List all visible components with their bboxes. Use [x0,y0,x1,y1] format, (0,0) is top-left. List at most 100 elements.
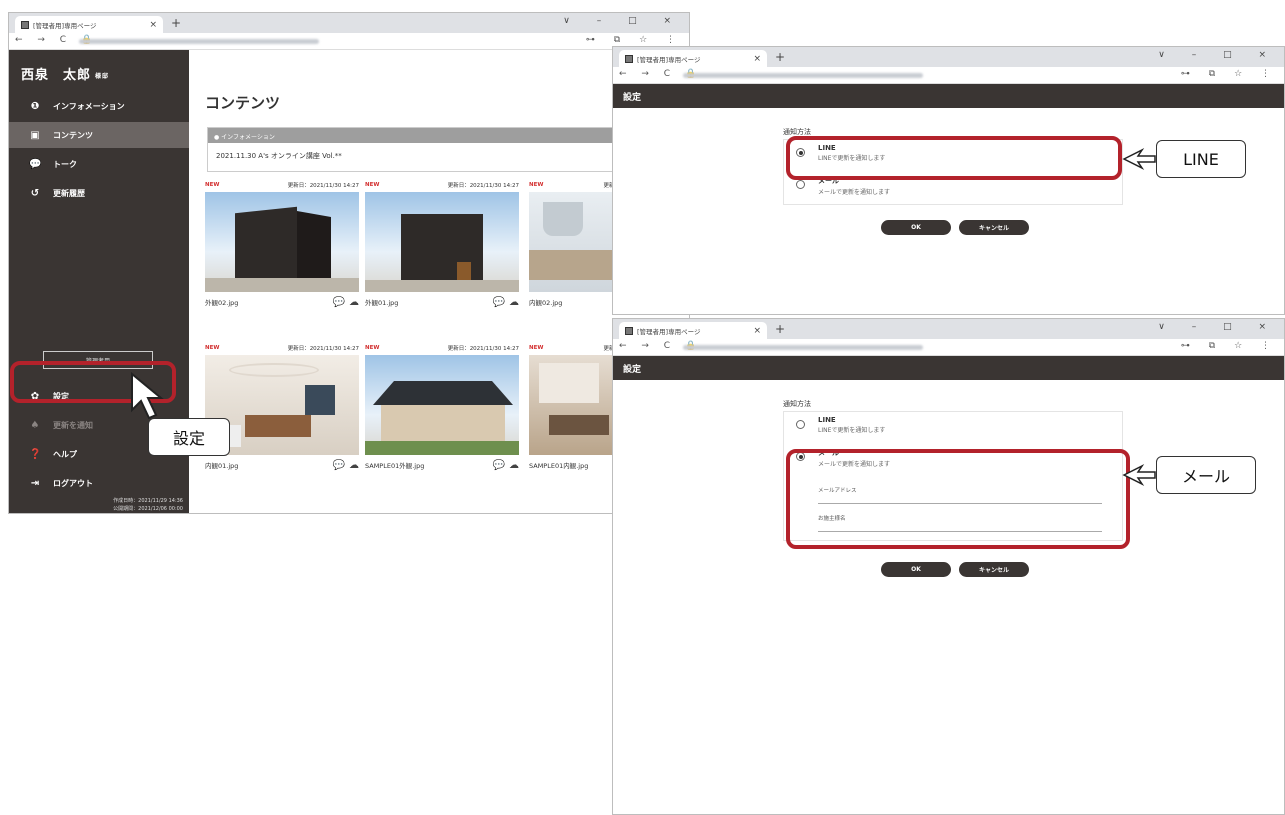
sidebar-item-history[interactable]: ↺ 更新履歴 [9,180,189,206]
toolbar-icons[interactable]: ⊶ ⧉ ☆ ⋮ [1181,341,1278,351]
info-icon: ❶ [30,100,40,112]
new-tab-icon[interactable]: + [775,322,785,336]
address-bar[interactable]: ← → C 🔒 ⊶ ⧉ ☆ ⋮ [613,67,1284,84]
cancel-button[interactable]: キャンセル [959,562,1029,577]
sidebar-item-talk[interactable]: 💬 トーク [9,151,189,177]
cancel-button[interactable]: キャンセル [959,220,1029,235]
content-card[interactable]: NEW 更新日：2021/11/30 14:27 内観01.jpg 💬 ☁ [205,341,359,475]
radio-mail[interactable] [796,180,805,189]
new-badge: NEW [205,345,220,351]
sidebar-item-label: 更新を通知 [53,420,93,430]
tab-title: [管理者用]専用ページ [33,21,97,30]
chat-icon: 💬 [29,158,42,170]
sidebar-item-contents[interactable]: ▣ コンテンツ [9,122,189,148]
sidebar-item-information[interactable]: ❶ インフォメーション [9,93,189,119]
user-name: 西泉 太郎 様邸 [21,68,110,83]
new-tab-icon[interactable]: + [775,50,785,64]
url-field[interactable] [79,39,319,44]
new-badge: NEW [205,182,220,188]
new-badge: NEW [365,182,380,188]
mail-option-highlight [786,449,1130,549]
cursor-arrow-icon [131,372,164,420]
updated-date: 更新日：2021/11/30 14:27 [447,183,519,189]
info-box: ● インフォメーション 2021.11.30 A's オンライン講座 Vol.*… [207,127,647,172]
history-icon: ↺ [30,187,40,199]
comment-icon[interactable]: 💬 [333,460,345,471]
url-field[interactable] [683,345,923,350]
browser-tab[interactable]: [管理者用]専用ページ × [15,16,163,33]
sidebar-item-label: ログアウト [53,478,93,488]
content-card[interactable]: NEW 更新日：2021/11/30 14:27 外観01.jpg 💬 ☁ [365,178,519,312]
settings-header: 設定 [613,84,1284,108]
settings-header: 設定 [613,356,1284,380]
thumbnail-image[interactable] [205,192,359,292]
image-icon: ▣ [30,129,40,141]
pointer-arrow-icon [1122,464,1156,486]
option-sub: LINEで更新を通知します [818,427,886,434]
pointer-arrow-icon [1122,148,1156,170]
updated-date: 更新日：2021/11/30 14:27 [287,346,359,352]
toolbar-icons[interactable]: ⊶ ⧉ ☆ ⋮ [586,35,683,45]
favicon-icon [625,54,633,63]
sidebar-item-logout[interactable]: ⇥ ログアウト [9,470,189,496]
sidebar-item-label: 更新履歴 [53,188,85,198]
ok-button[interactable]: OK [881,562,951,577]
created-date: 作成日時：2021/11/29 14:36 [113,498,183,504]
thumbnail-image[interactable] [365,192,519,292]
published-date: 公開期間：2021/12/06 00:00 [113,506,183,512]
comment-icon[interactable]: 💬 [493,460,505,471]
tab-close-icon[interactable]: × [753,326,761,336]
updated-date: 更新日：2021/11/30 14:27 [287,183,359,189]
page-title: コンテンツ [205,94,281,112]
address-bar[interactable]: ← → C 🔒 ⊶ ⧉ ☆ ⋮ [613,339,1284,356]
notify-method-label: 通知方法 [783,400,811,408]
logout-icon: ⇥ [30,477,40,489]
option-sub: メールで更新を通知します [818,189,891,196]
file-name: 外観01.jpg [365,299,399,307]
toolbar-icons[interactable]: ⊶ ⧉ ☆ ⋮ [1181,69,1278,79]
browser-tab[interactable]: [管理者用]専用ページ × [619,322,767,339]
tab-title: [管理者用]専用ページ [637,55,701,64]
option-title: LINE [818,416,836,424]
sidebar-footer: 作成日時：2021/11/29 14:36 公開期間：2021/12/06 00… [113,497,183,513]
download-icon[interactable]: ☁ [349,460,359,471]
tab-strip: [管理者用]専用ページ × + ∨ – □ × [9,13,689,33]
window-controls[interactable]: ∨ – □ × [1158,322,1278,332]
file-name: 内観01.jpg [205,462,239,470]
browser-window-contents: [管理者用]専用ページ × + ∨ – □ × ← → C 🔒 ⊶ ⧉ ☆ ⋮ … [8,12,690,514]
bell-icon: ♠ [30,419,40,431]
comment-icon[interactable]: 💬 [333,297,345,308]
url-field[interactable] [683,73,923,78]
file-name: SAMPLE01外観.jpg [365,462,425,470]
tab-close-icon[interactable]: × [149,20,157,30]
comment-icon[interactable]: 💬 [493,297,505,308]
browser-tab[interactable]: [管理者用]専用ページ × [619,50,767,67]
info-header: ● インフォメーション [208,128,646,143]
info-link[interactable]: 2021.11.30 A's オンライン講座 Vol.** [208,143,646,169]
file-name: 内観02.jpg [529,299,563,307]
favicon-icon [21,20,29,29]
sidebar-item-label: ヘルプ [53,449,77,459]
file-name: SAMPLE01内観.jpg [529,462,589,470]
download-icon[interactable]: ☁ [509,460,519,471]
mail-callout: メール [1156,456,1256,494]
content-card[interactable]: NEW 更新日：2021/11/30 14:27 SAMPLE01外観.jpg 💬 ☁ [365,341,519,475]
new-badge: NEW [529,345,544,351]
sidebar-item-label: コンテンツ [53,130,93,140]
tab-close-icon[interactable]: × [753,54,761,64]
ok-button[interactable]: OK [881,220,951,235]
tab-title: [管理者用]専用ページ [637,327,701,336]
browser-window-settings-line: [管理者用]専用ページ × + ∨ – □ × ← → C 🔒 ⊶ ⧉ ☆ ⋮ … [612,46,1285,315]
file-name: 外観02.jpg [205,299,239,307]
window-controls[interactable]: ∨ – □ × [1158,50,1278,60]
radio-line[interactable] [796,420,805,429]
window-controls[interactable]: ∨ – □ × [563,16,683,26]
new-tab-icon[interactable]: + [171,16,181,30]
download-icon[interactable]: ☁ [349,297,359,308]
content-card[interactable]: NEW 更新日：2021/11/30 14:27 外観02.jpg 💬 ☁ [205,178,359,312]
download-icon[interactable]: ☁ [509,297,519,308]
address-bar[interactable]: ← → C 🔒 ⊶ ⧉ ☆ ⋮ [9,33,689,50]
favicon-icon [625,326,633,335]
thumbnail-image[interactable] [365,355,519,455]
option-line[interactable]: LINE LINEで更新を通知します [784,412,1122,444]
